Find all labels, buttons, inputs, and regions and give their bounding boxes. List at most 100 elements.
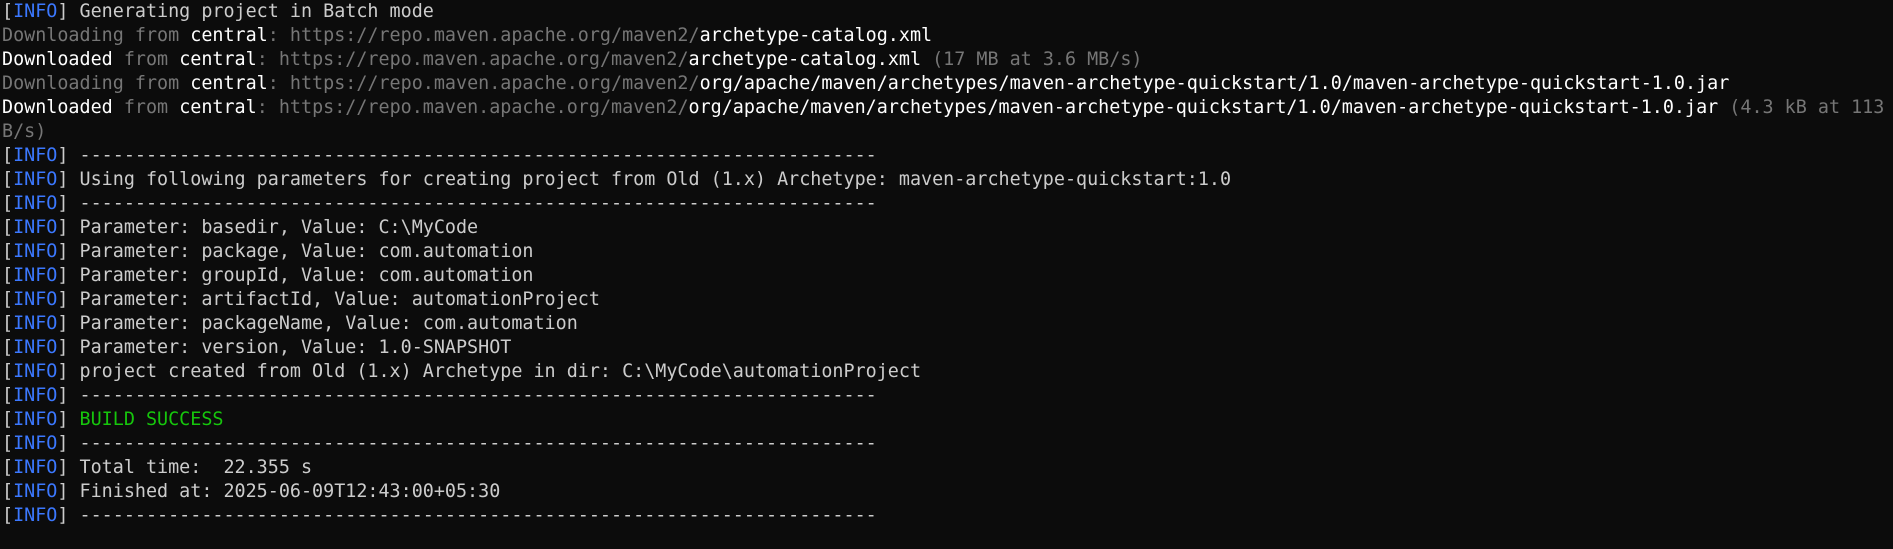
bracket-close: ] <box>57 481 80 502</box>
log-line: Downloaded from central: https://repo.ma… <box>2 96 1893 120</box>
bracket-close: ] <box>57 1 80 22</box>
download-size: (4.3 kB at 113 k <box>1718 97 1893 118</box>
bracket-close: ] <box>57 265 80 286</box>
log-line: [INFO] ---------------------------------… <box>2 144 1893 168</box>
log-message: Parameter: version, Value: 1.0-SNAPSHOT <box>79 337 512 358</box>
info-tag: INFO <box>13 289 58 310</box>
bracket-close: ] <box>57 457 80 478</box>
artifact-path: org/apache/maven/archetypes/maven-archet… <box>699 73 1730 94</box>
bracket-open: [ <box>2 361 14 382</box>
download-verb: Downloaded <box>2 97 113 118</box>
log-message: ----------------------------------------… <box>79 505 877 526</box>
log-line: [INFO] BUILD SUCCESS <box>2 408 1893 432</box>
bracket-close: ] <box>57 337 80 358</box>
from-word: from <box>134 25 180 46</box>
info-tag: INFO <box>13 361 58 382</box>
log-message: Parameter: artifactId, Value: automation… <box>79 289 600 310</box>
bracket-open: [ <box>2 193 14 214</box>
bracket-close: ] <box>57 505 80 526</box>
log-line: Downloaded from central: https://repo.ma… <box>2 48 1893 72</box>
download-verb: Downloading <box>2 25 124 46</box>
info-tag: INFO <box>13 313 58 334</box>
log-line: [INFO] Generating project in Batch mode <box>2 0 1893 24</box>
bracket-open: [ <box>2 217 14 238</box>
log-message: Parameter: basedir, Value: C:\MyCode <box>79 217 479 238</box>
from-word: from <box>123 97 169 118</box>
log-line: [INFO] Parameter: package, Value: com.au… <box>2 240 1893 264</box>
bracket-open: [ <box>2 457 14 478</box>
bracket-open: [ <box>2 145 14 166</box>
log-message: ----------------------------------------… <box>79 385 877 406</box>
log-line: [INFO] Parameter: basedir, Value: C:\MyC… <box>2 216 1893 240</box>
bracket-close: ] <box>57 241 80 262</box>
info-tag: INFO <box>13 241 58 262</box>
log-line: [INFO] Using following parameters for cr… <box>2 168 1893 192</box>
bracket-close: ] <box>57 361 80 382</box>
repo-name: central <box>190 73 268 94</box>
log-line: [INFO] Total time: 22.355 s <box>2 456 1893 480</box>
log-message: ----------------------------------------… <box>79 433 877 454</box>
artifact-path: archetype-catalog.xml <box>699 25 933 46</box>
bracket-open: [ <box>2 265 14 286</box>
bracket-open: [ <box>2 241 14 262</box>
log-message: Parameter: packageName, Value: com.autom… <box>79 313 578 334</box>
from-word: from <box>123 49 169 70</box>
bracket-open: [ <box>2 169 14 190</box>
bracket-close: ] <box>57 385 80 406</box>
terminal-output[interactable]: [INFO] Generating project in Batch mode D… <box>0 0 1893 528</box>
log-line: [INFO] Parameter: version, Value: 1.0-SN… <box>2 336 1893 360</box>
bracket-open: [ <box>2 409 14 430</box>
bracket-open: [ <box>2 313 14 334</box>
info-tag: INFO <box>13 193 58 214</box>
log-message: ----------------------------------------… <box>79 193 877 214</box>
repo-url: : https://repo.maven.apache.org/maven2/ <box>267 73 700 94</box>
log-line: [INFO] Parameter: groupId, Value: com.au… <box>2 264 1893 288</box>
log-line: [INFO] ---------------------------------… <box>2 192 1893 216</box>
bracket-open: [ <box>2 505 14 526</box>
log-message: project created from Old (1.x) Archetype… <box>79 361 922 382</box>
repo-name: central <box>179 97 257 118</box>
log-message: Parameter: package, Value: com.automatio… <box>79 241 534 262</box>
info-tag: INFO <box>13 217 58 238</box>
bracket-close: ] <box>57 145 80 166</box>
info-tag: INFO <box>13 481 58 502</box>
download-verb: Downloaded <box>2 49 113 70</box>
log-message: Parameter: groupId, Value: com.automatio… <box>79 265 534 286</box>
bracket-open: [ <box>2 385 14 406</box>
artifact-path: archetype-catalog.xml <box>688 49 922 70</box>
download-verb: Downloading <box>2 73 124 94</box>
log-line: [INFO] ---------------------------------… <box>2 432 1893 456</box>
log-message: Total time: 22.355 s <box>79 457 313 478</box>
log-line: B/s) <box>2 120 1893 144</box>
info-tag: INFO <box>13 409 58 430</box>
bracket-close: ] <box>57 169 80 190</box>
repo-url: : https://repo.maven.apache.org/maven2/ <box>267 25 700 46</box>
log-line: [INFO] Parameter: packageName, Value: co… <box>2 312 1893 336</box>
log-line: [INFO] project created from Old (1.x) Ar… <box>2 360 1893 384</box>
log-line: [INFO] Parameter: artifactId, Value: aut… <box>2 288 1893 312</box>
log-line: Downloading from central: https://repo.m… <box>2 72 1893 96</box>
info-tag: INFO <box>13 1 58 22</box>
log-line: [INFO] Finished at: 2025-06-09T12:43:00+… <box>2 480 1893 504</box>
log-line: [INFO] ---------------------------------… <box>2 504 1893 528</box>
info-tag: INFO <box>13 457 58 478</box>
bracket-close: ] <box>57 193 80 214</box>
bracket-open: [ <box>2 481 14 502</box>
repo-name: central <box>190 25 268 46</box>
build-status: BUILD SUCCESS <box>79 409 224 430</box>
wrapped-text: B/s) <box>2 121 47 142</box>
download-size: (17 MB at 3.6 MB/s) <box>921 49 1143 70</box>
log-line: Downloading from central: https://repo.m… <box>2 24 1893 48</box>
bracket-close: ] <box>57 313 80 334</box>
bracket-open: [ <box>2 337 14 358</box>
info-tag: INFO <box>13 265 58 286</box>
from-word: from <box>134 73 180 94</box>
bracket-open: [ <box>2 433 14 454</box>
